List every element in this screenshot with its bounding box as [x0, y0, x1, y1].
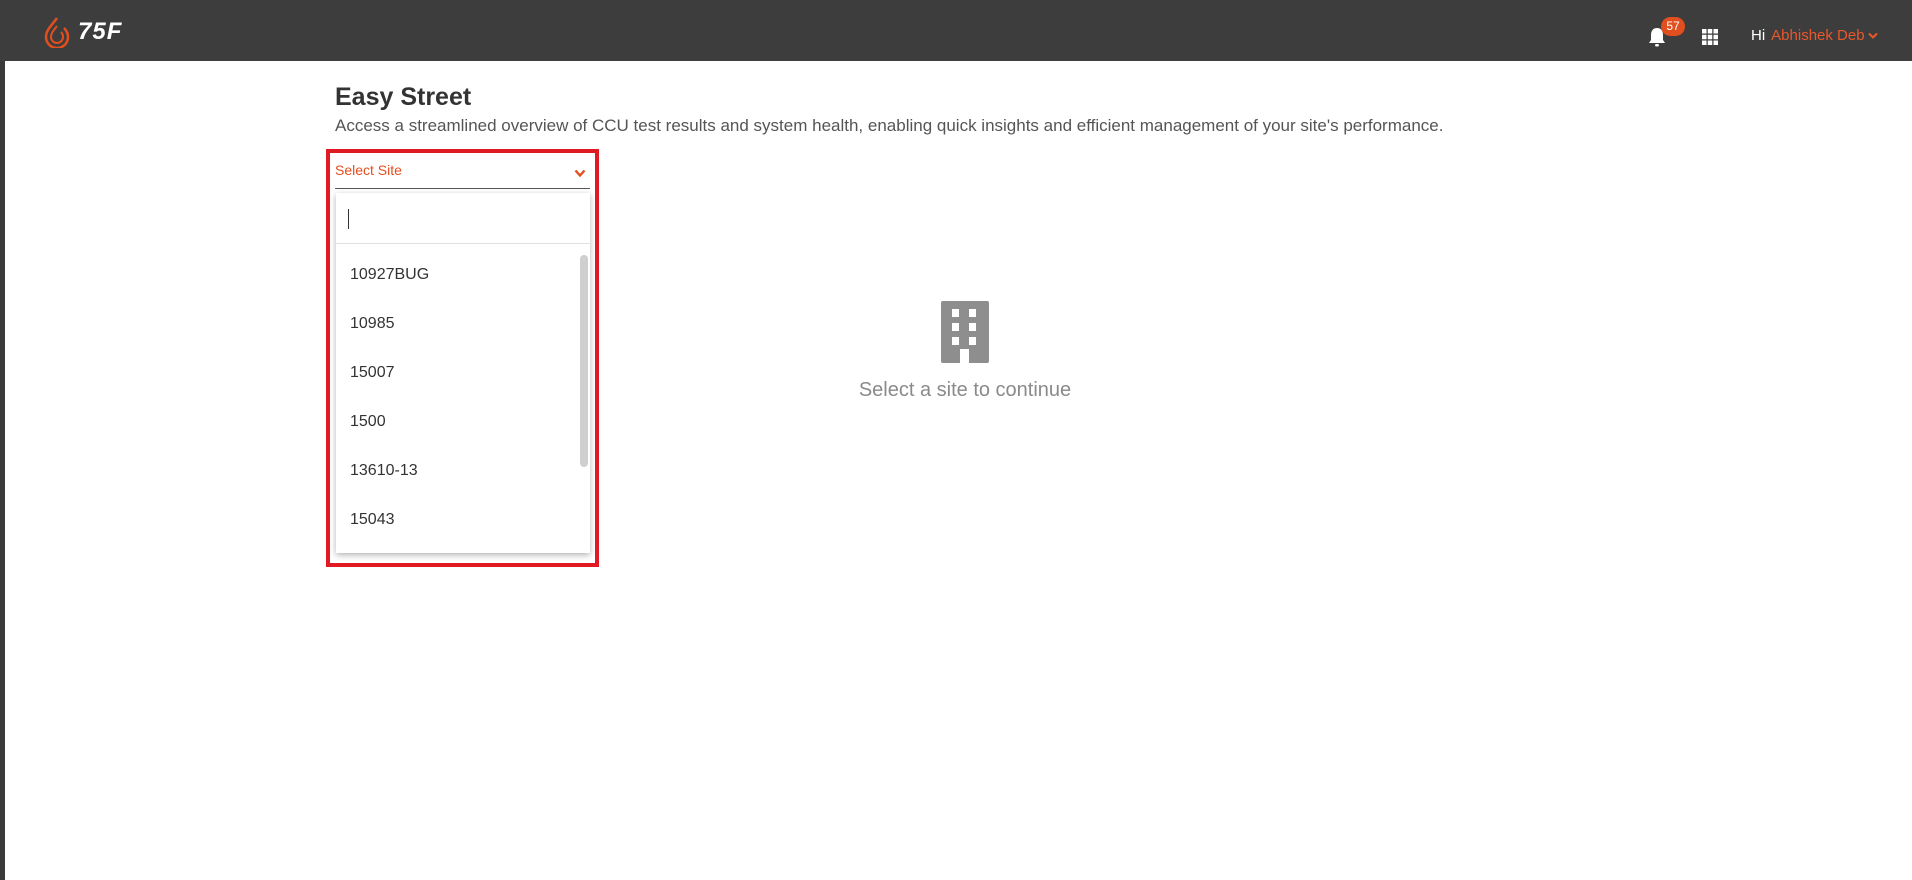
chevron-down-icon[interactable] [1867, 32, 1878, 40]
user-menu-button[interactable]: Abhishek Deb [1771, 27, 1864, 44]
main-content: Easy Street Access a streamlined overvie… [5, 61, 1912, 880]
drop-logo-icon [44, 17, 70, 48]
building-icon [941, 301, 989, 363]
logo[interactable]: 75F [42, 16, 122, 48]
notification-badge: 57 [1661, 17, 1685, 36]
empty-state: Select a site to continue [825, 301, 1105, 402]
empty-state-message: Select a site to continue [858, 379, 1072, 401]
user-greeting: Hi Abhishek Deb [1751, 27, 1878, 44]
logo-text: 75F [78, 18, 123, 45]
highlight-box [326, 149, 599, 567]
page-subtitle: Access a streamlined overview of CCU tes… [335, 116, 1444, 135]
top-navigation-bar: 75F 57 Hi Abhishek Deb [0, 0, 1912, 61]
apps-grid-icon[interactable] [1702, 29, 1718, 45]
page-title: Easy Street [335, 83, 472, 111]
greeting-text: Hi [1751, 27, 1766, 44]
